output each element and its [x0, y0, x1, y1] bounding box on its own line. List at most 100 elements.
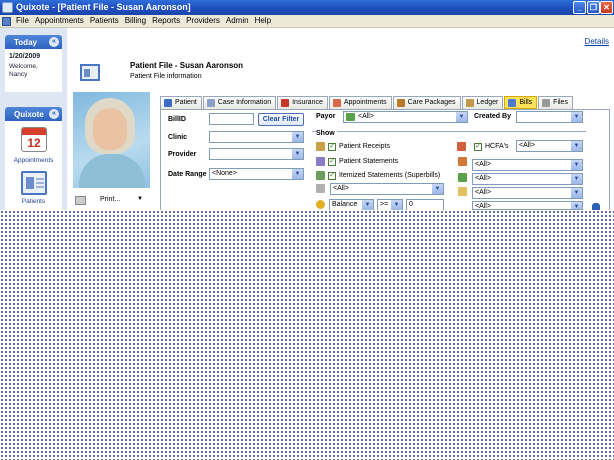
hcfas-value: <All> [519, 142, 535, 149]
details-link[interactable]: Details [585, 37, 609, 46]
bill-id-input[interactable] [209, 113, 254, 125]
print-status-select[interactable]: <All> ▼ [330, 183, 444, 195]
patient-statements-checkbox[interactable]: ✓ [328, 157, 336, 166]
coin-icon [316, 200, 325, 209]
menu-appointments[interactable]: Appointments [35, 16, 84, 25]
tab-care-packages[interactable]: Care Packages [392, 96, 461, 109]
tab-strip: Patient Case Information Insurance Appoi… [160, 96, 574, 109]
patients-nav-link[interactable]: Patients [5, 198, 62, 205]
menu-reports[interactable]: Reports [152, 16, 180, 25]
printer-icon [316, 184, 325, 193]
quixote-panel-title: Quixote [14, 110, 44, 119]
tab-case-information[interactable]: Case Information [202, 96, 277, 109]
tab-label: Insurance [292, 99, 323, 106]
case-icon [206, 99, 215, 107]
clinic-select[interactable]: ▼ [209, 131, 304, 143]
show-label: Show [316, 130, 337, 137]
chevron-down-icon: ▼ [571, 141, 582, 151]
quixote-panel: 12 Appointments Patients [5, 121, 62, 210]
right-filter-value: <All> [475, 189, 491, 196]
tab-ledger[interactable]: Ledger [461, 96, 504, 109]
created-by-select[interactable]: ▼ [516, 111, 583, 123]
hcfas-select[interactable]: <All> ▼ [516, 140, 583, 152]
calendar-icon [332, 99, 341, 107]
bill-id-label: BillID [168, 116, 186, 123]
tab-files[interactable]: Files [538, 96, 573, 109]
page-subtitle: Patient File information [130, 73, 202, 80]
printer-icon[interactable] [75, 196, 86, 205]
tab-appointments[interactable]: Appointments [328, 96, 392, 109]
files-icon [542, 99, 551, 107]
right-filter-select-2[interactable]: <All> ▼ [472, 173, 583, 185]
hcfas-row: ✓ HCFA's [457, 142, 509, 151]
chevron-down-icon: ▼ [391, 200, 402, 210]
tab-label: Bills [519, 99, 533, 106]
tab-insurance[interactable]: Insurance [277, 96, 328, 109]
patient-receipts-checkbox[interactable]: ✓ [328, 142, 336, 151]
right-filter-value: <All> [475, 161, 491, 168]
restore-button[interactable]: ❐ [587, 1, 600, 14]
calendar-icon[interactable]: 12 [21, 127, 47, 152]
date-range-select[interactable]: <None> ▼ [209, 168, 304, 180]
hcfas-checkbox[interactable]: ✓ [474, 142, 482, 151]
chevron-down-icon: ▼ [571, 174, 582, 184]
patient-photo [73, 92, 150, 188]
menu-file[interactable]: File [16, 16, 29, 25]
sidebar: Today « 1/20/2009 Welcome, Nancy Quixote… [0, 28, 67, 210]
collapse-today-icon[interactable]: « [49, 37, 59, 47]
chevron-down-icon: ▼ [292, 149, 303, 159]
right-filter-select-4[interactable]: <All> ▼ [472, 201, 583, 210]
chevron-down-icon: ▼ [432, 184, 443, 194]
right-filter-value: <All> [475, 203, 491, 210]
itemized-statements-row: ✓ Itemized Statements (Superbills) [316, 171, 440, 180]
payor-select[interactable]: <All> ▼ [343, 111, 468, 123]
date-range-label: Date Range [168, 171, 207, 178]
menu-admin[interactable]: Admin [226, 16, 249, 25]
right-filter-select-1[interactable]: <All> ▼ [472, 159, 583, 171]
chevron-down-icon: ▼ [571, 188, 582, 198]
print-dropdown-arrow-icon[interactable]: ▼ [137, 196, 143, 202]
user-name: Nancy [9, 71, 28, 78]
appointments-nav-link[interactable]: Appointments [5, 157, 62, 164]
tab-bills[interactable]: Bills [504, 96, 538, 109]
quixote-panel-header[interactable]: Quixote « [5, 107, 62, 121]
ledger-icon [465, 99, 474, 107]
chevron-down-icon: ▼ [571, 112, 582, 122]
menu-help[interactable]: Help [255, 16, 271, 25]
chevron-down-icon: ▼ [292, 169, 303, 179]
payor-icon [346, 113, 355, 121]
payor-label: Payor [316, 113, 336, 120]
provider-select[interactable]: ▼ [209, 148, 304, 160]
collapse-quixote-icon[interactable]: « [49, 109, 59, 119]
close-button[interactable]: ✕ [600, 1, 613, 14]
right-filter-select-3[interactable]: <All> ▼ [472, 187, 583, 199]
menu-app-icon [2, 17, 11, 26]
today-panel-header[interactable]: Today « [5, 35, 62, 49]
pen-icon [458, 157, 467, 166]
menu-bar: File Appointments Patients Billing Repor… [0, 15, 614, 28]
insurance-icon [281, 99, 290, 107]
clear-filter-button[interactable]: Clear Filter [258, 113, 304, 126]
tab-patient[interactable]: Patient [160, 96, 202, 109]
print-button[interactable]: Print... [100, 196, 120, 203]
chevron-down-icon: ▼ [362, 200, 373, 210]
package-icon [396, 99, 405, 107]
statement-icon [316, 157, 325, 166]
superbill-icon [316, 171, 325, 180]
menu-billing[interactable]: Billing [125, 16, 146, 25]
chevron-down-icon: ▼ [571, 202, 582, 209]
patient-file-icon [80, 64, 100, 81]
scroll-up-icon[interactable] [592, 203, 600, 210]
menu-patients[interactable]: Patients [90, 16, 119, 25]
patient-card-icon[interactable] [21, 171, 47, 195]
minimize-button[interactable]: _ [573, 1, 586, 14]
welcome-text: Welcome, Nancy [9, 63, 38, 79]
tab-label: Case Information [217, 99, 272, 106]
menu-providers[interactable]: Providers [186, 16, 220, 25]
today-panel-title: Today [14, 38, 37, 47]
tab-label: Appointments [343, 99, 387, 106]
person-icon [164, 99, 172, 107]
bill-icon [508, 99, 517, 107]
itemized-statements-checkbox[interactable]: ✓ [328, 171, 336, 180]
tab-label: Care Packages [407, 99, 456, 106]
